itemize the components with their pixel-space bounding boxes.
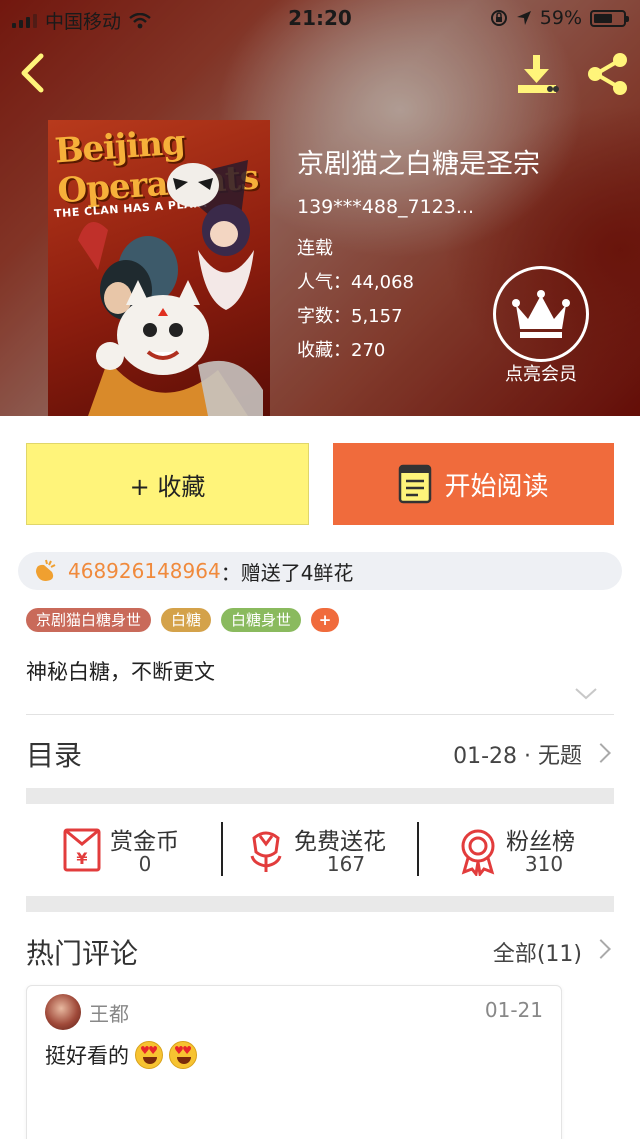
comment-body: 挺好看的 — [45, 1044, 129, 1068]
comment-card[interactable]: 王都 01-21 挺好看的 — [26, 985, 562, 1139]
orientation-lock-icon — [490, 10, 507, 26]
fan-rank-value: 310 — [524, 852, 564, 876]
add-tag-button[interactable]: + — [311, 608, 340, 632]
red-envelope-icon: ¥ — [63, 828, 101, 872]
share-icon — [588, 53, 627, 95]
share-button[interactable] — [582, 48, 632, 100]
flower-icon — [250, 831, 282, 872]
start-reading-label: 开始阅读 — [444, 471, 549, 502]
download-icon — [518, 55, 559, 93]
avatar[interactable] — [45, 994, 81, 1030]
collect-button[interactable]: + 收藏 — [26, 443, 309, 525]
battery-percent: 59% — [539, 7, 582, 29]
cover-illustration — [78, 160, 263, 416]
book-word-count: 字数：5,157 — [297, 306, 403, 327]
vip-label: 点亮会员 — [505, 364, 577, 385]
medal-icon — [461, 829, 495, 876]
book-author[interactable]: 139***488_7123... — [297, 196, 474, 218]
chevron-left-icon — [21, 53, 44, 93]
book-title: 京剧猫之白糖是圣宗 — [297, 149, 540, 180]
gift-user[interactable]: 468926148964 — [68, 559, 221, 583]
book-popularity: 人气：44,068 — [297, 272, 414, 293]
reward-coins-button[interactable]: ¥ 赏金币 0 — [26, 806, 222, 898]
collect-label: + 收藏 — [129, 472, 206, 501]
latest-chapter: 01-28 · 无题 — [453, 744, 582, 769]
book-header: 中国移动 21:20 59% Beijing Opera Cats THE CL… — [0, 0, 640, 416]
free-flowers-value: 167 — [326, 852, 366, 876]
hot-comments-heading: 热门评论 — [26, 937, 139, 970]
vip-button[interactable]: 点亮会员 — [492, 266, 590, 386]
free-flowers-label: 免费送花 — [294, 829, 386, 855]
gift-notice[interactable]: 468926148964 ：赠送了4鲜花 — [18, 552, 622, 590]
book-favorites: 收藏：270 — [297, 340, 386, 361]
heart-eyes-emoji-icon — [169, 1041, 197, 1069]
all-comments-link[interactable]: 全部(11) — [493, 936, 582, 968]
book-status: 连载 — [297, 238, 333, 259]
download-button[interactable] — [512, 52, 562, 98]
svg-text:¥: ¥ — [76, 849, 87, 868]
section-divider — [26, 896, 614, 912]
heart-eyes-emoji-icon — [135, 1041, 163, 1069]
crown-icon — [493, 266, 589, 362]
chevron-down-icon — [575, 688, 597, 700]
chevron-right-icon — [591, 939, 611, 959]
comment-text: 挺好看的 — [45, 1040, 197, 1070]
tag-list: 京剧猫白糖身世 白糖 白糖身世 + — [26, 608, 340, 632]
status-bar: 中国移动 21:20 59% — [0, 0, 640, 36]
toc-heading: 目录 — [26, 739, 83, 772]
comment-user[interactable]: 王都 — [89, 998, 129, 1027]
tag-item[interactable]: 京剧猫白糖身世 — [26, 608, 152, 632]
status-right: 59% — [490, 7, 629, 29]
hot-comments-header: 热门评论 全部(11) — [26, 920, 614, 976]
section-divider — [26, 788, 614, 804]
location-icon — [516, 11, 531, 25]
divider — [26, 714, 614, 715]
tag-item[interactable]: 白糖 — [161, 608, 212, 632]
back-button[interactable] — [10, 48, 54, 98]
expand-button[interactable] — [574, 686, 600, 706]
reward-coins-value: 0 — [138, 852, 152, 876]
book-detail-page: 中国移动 21:20 59% Beijing Opera Cats THE CL… — [0, 0, 640, 1139]
table-of-contents-row[interactable]: 目录 01-28 · 无题 — [26, 716, 614, 788]
clap-icon — [36, 559, 56, 581]
fan-rank-button[interactable]: 粉丝榜 310 — [418, 806, 614, 898]
start-reading-button[interactable]: 开始阅读 — [333, 443, 614, 525]
tag-item[interactable]: 白糖身世 — [221, 608, 302, 632]
gift-message: ：赠送了4鲜花 — [220, 560, 354, 585]
fan-rank-label: 粉丝榜 — [506, 829, 575, 855]
book-icon — [399, 464, 432, 504]
book-cover[interactable]: Beijing Opera Cats THE CLAN HAS A PLAN! — [48, 120, 270, 416]
comment-date: 01-21 — [484, 998, 543, 1022]
battery-icon — [590, 9, 629, 27]
book-description: 神秘白糖，不断更文 — [26, 660, 215, 684]
reward-coins-label: 赏金币 — [110, 829, 179, 855]
reward-stats: ¥ 赏金币 0 免费送花 167 粉丝榜 310 — [26, 806, 614, 898]
free-flowers-button[interactable]: 免费送花 167 — [222, 806, 418, 898]
chevron-right-icon — [591, 743, 611, 763]
